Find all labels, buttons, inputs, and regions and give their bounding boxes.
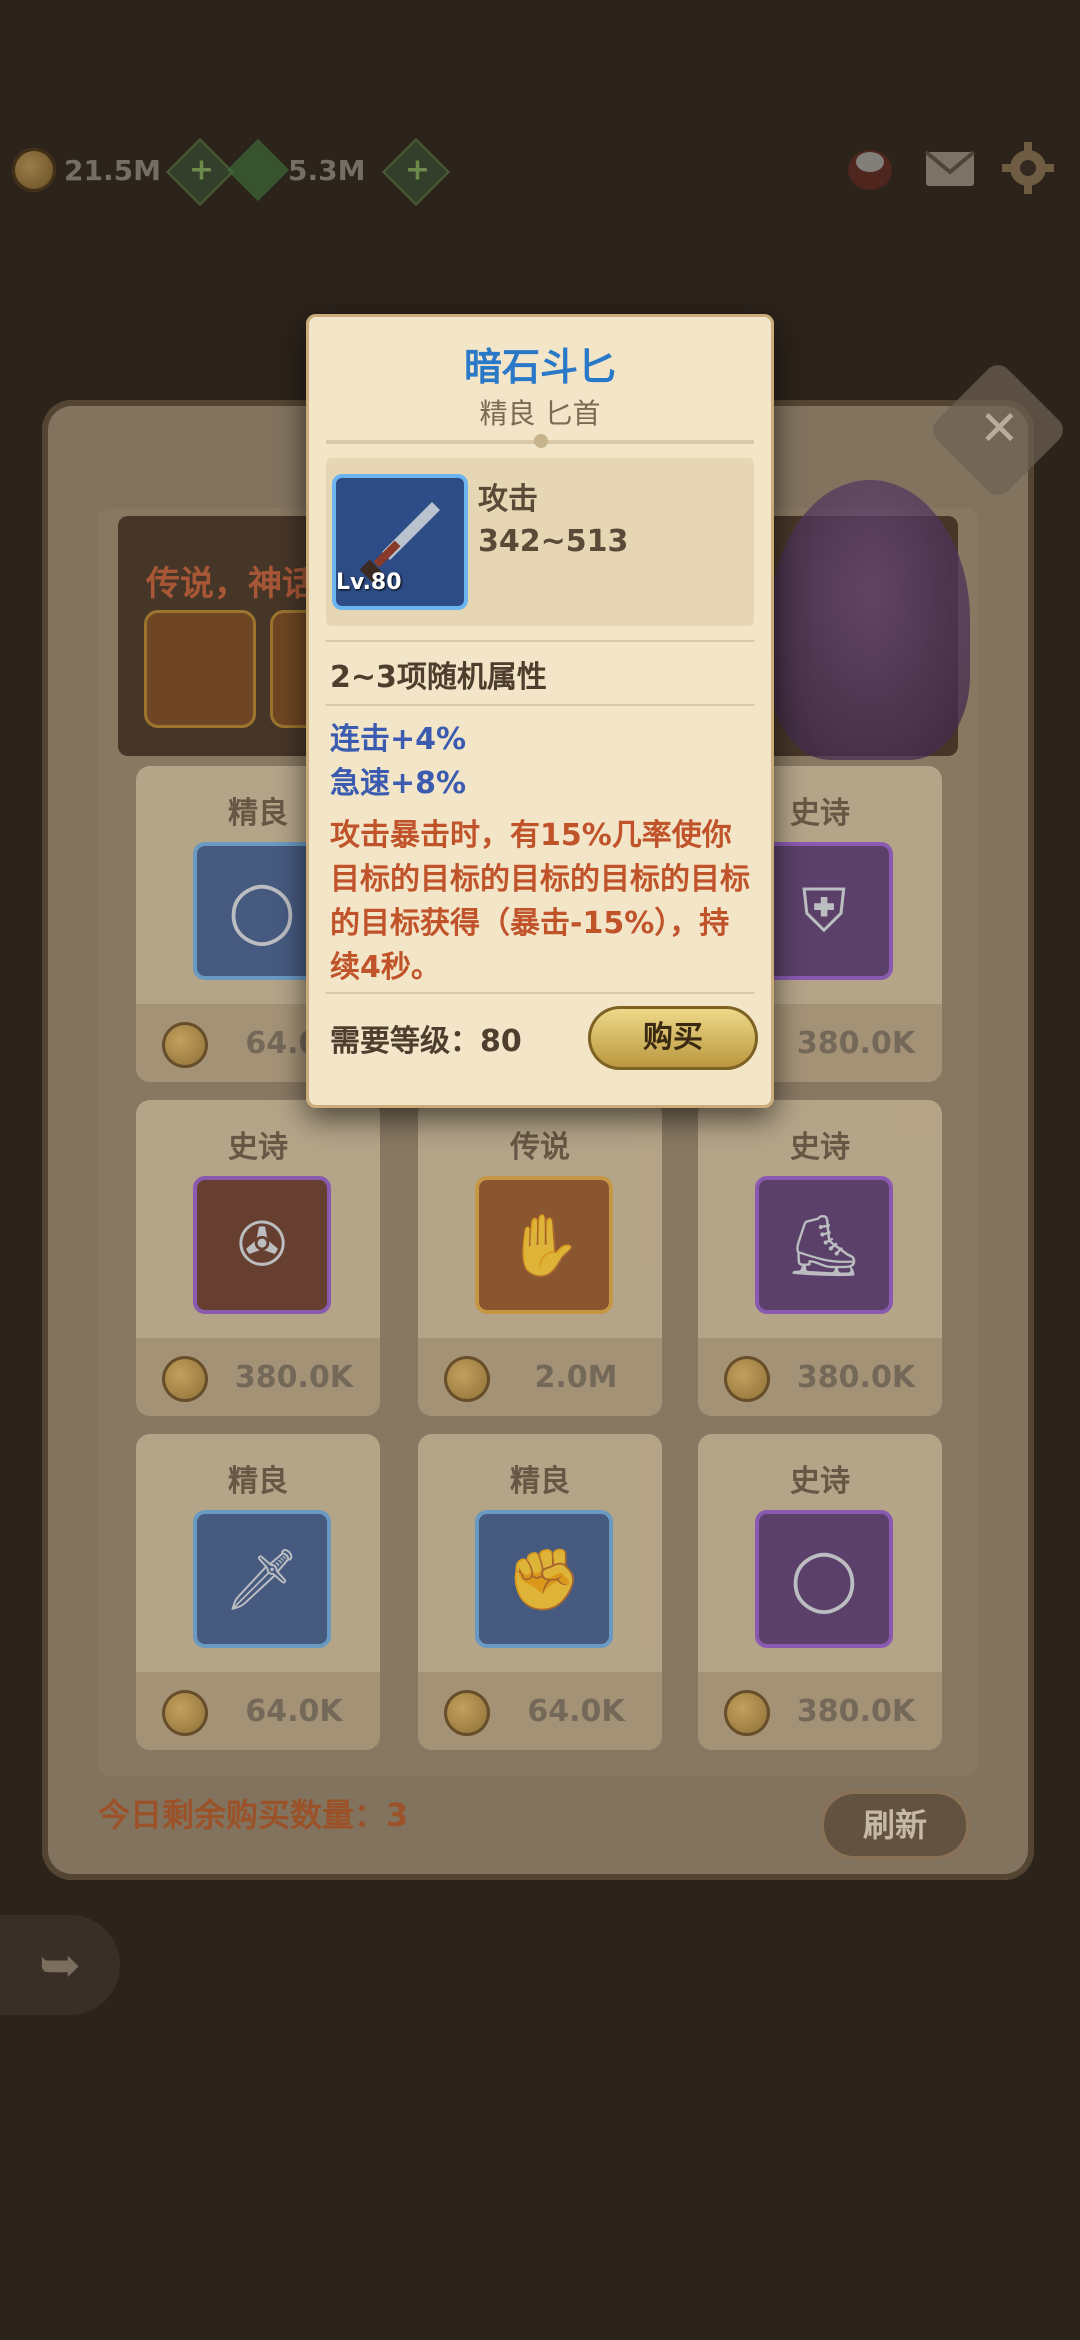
- divider-ornament: [534, 434, 548, 448]
- gauntlet-icon: ✋: [475, 1176, 613, 1314]
- level-requirement: 需要等级：80: [330, 1024, 522, 1059]
- currency-bar: 21.5M + 5.3M +: [0, 138, 1080, 212]
- shop-item-card[interactable]: 精良 ✊ 64.0K: [418, 1434, 662, 1750]
- item-level: Lv.80: [336, 570, 402, 595]
- price-bar: 380.0K: [698, 1672, 942, 1750]
- item-rarity: 史诗: [228, 1130, 288, 1165]
- shop-item-card[interactable]: 史诗 ◯ 380.0K: [698, 1434, 942, 1750]
- item-price: 2.0M: [534, 1360, 618, 1395]
- buy-button[interactable]: 购买: [588, 1006, 758, 1070]
- gem-icon: [226, 138, 290, 202]
- stat-value: 342~513: [478, 524, 629, 559]
- item-rarity: 史诗: [790, 1130, 850, 1165]
- gold-coin-icon: [162, 1690, 208, 1736]
- bag-icon[interactable]: [842, 140, 898, 196]
- gold-coin-icon: [162, 1356, 208, 1402]
- random-attributes-label: 2~3项随机属性: [330, 660, 547, 695]
- item-price: 380.0K: [796, 1360, 916, 1395]
- scepter-icon: [144, 610, 256, 728]
- plus-icon: +: [188, 152, 214, 188]
- plus-icon: +: [404, 152, 430, 188]
- gold-coin-icon: [444, 1356, 490, 1402]
- item-quality-type: 精良 匕首: [479, 397, 601, 430]
- item-tooltip: 暗石斗匕 精良 匕首 Lv.80 攻击 342~513 2~3项随机属性 连击+…: [306, 314, 774, 1108]
- refresh-button[interactable]: 刷新: [820, 1790, 970, 1860]
- back-arrow-icon: ➥: [39, 1936, 81, 1994]
- item-rarity: 传说: [510, 1130, 570, 1165]
- price-bar: 380.0K: [698, 1338, 942, 1416]
- attribute-combo: 连击+4%: [330, 722, 467, 757]
- item-rarity: 精良: [228, 1464, 288, 1499]
- price-bar: 380.0K: [136, 1338, 380, 1416]
- add-gem-button[interactable]: +: [382, 138, 450, 206]
- divider: [326, 704, 754, 706]
- divider: [326, 640, 754, 642]
- gold-coin-icon: [444, 1690, 490, 1736]
- gem-amount: 5.3M: [288, 153, 366, 187]
- item-price: 64.0K: [245, 1694, 343, 1729]
- attribute-haste: 急速+8%: [330, 766, 467, 801]
- shop-item-card[interactable]: 传说 ✋ 2.0M: [418, 1100, 662, 1416]
- sword-icon: 🗡: [193, 1510, 331, 1648]
- banner-text: 传说，神话: [146, 564, 316, 604]
- gold-coin-icon: [12, 148, 56, 192]
- gold-counter: 21.5M: [12, 140, 161, 200]
- shop-item-card[interactable]: 史诗 ✇ 380.0K: [136, 1100, 380, 1416]
- shopkeeper-creature: [770, 480, 970, 760]
- item-price: 380.0K: [796, 1026, 916, 1061]
- gold-coin-icon: [724, 1690, 770, 1736]
- gem-counter: 5.3M: [226, 138, 366, 202]
- item-price: 64.0K: [527, 1694, 625, 1729]
- armor-icon: ⛨: [755, 842, 893, 980]
- gear-icon[interactable]: [1000, 140, 1056, 196]
- gold-coin-icon: [162, 1022, 208, 1068]
- boots-icon: ⛸: [755, 1176, 893, 1314]
- stat-label: 攻击: [478, 482, 538, 517]
- remaining-purchases: 今日剩余购买数量：3: [98, 1796, 409, 1834]
- item-rarity: 精良: [510, 1464, 570, 1499]
- item-rarity: 史诗: [790, 1464, 850, 1499]
- mail-icon[interactable]: [922, 140, 978, 196]
- glove-icon: ✊: [475, 1510, 613, 1648]
- gold-coin-icon: [724, 1356, 770, 1402]
- back-button[interactable]: ➥: [0, 1915, 120, 2015]
- shop-item-card[interactable]: 史诗 ⛸ 380.0K: [698, 1100, 942, 1416]
- price-bar: 64.0K: [418, 1672, 662, 1750]
- ring-icon: ◯: [755, 1510, 893, 1648]
- book-icon: ✇: [193, 1176, 331, 1314]
- close-icon: ✕: [979, 400, 1020, 457]
- price-bar: 64.0K: [136, 1672, 380, 1750]
- item-name: 暗石斗匕: [463, 345, 616, 389]
- add-gold-button[interactable]: +: [166, 138, 234, 206]
- item-price: 380.0K: [234, 1360, 354, 1395]
- price-bar: 2.0M: [418, 1338, 662, 1416]
- shop-item-card[interactable]: 精良 🗡 64.0K: [136, 1434, 380, 1750]
- item-effect: 攻击暴击时，有15%几率使你目标的目标的目标的目标的目标的目标获得（暴击-15%…: [330, 818, 750, 985]
- item-price: 380.0K: [796, 1694, 916, 1729]
- divider: [326, 992, 754, 994]
- gold-amount: 21.5M: [64, 153, 161, 187]
